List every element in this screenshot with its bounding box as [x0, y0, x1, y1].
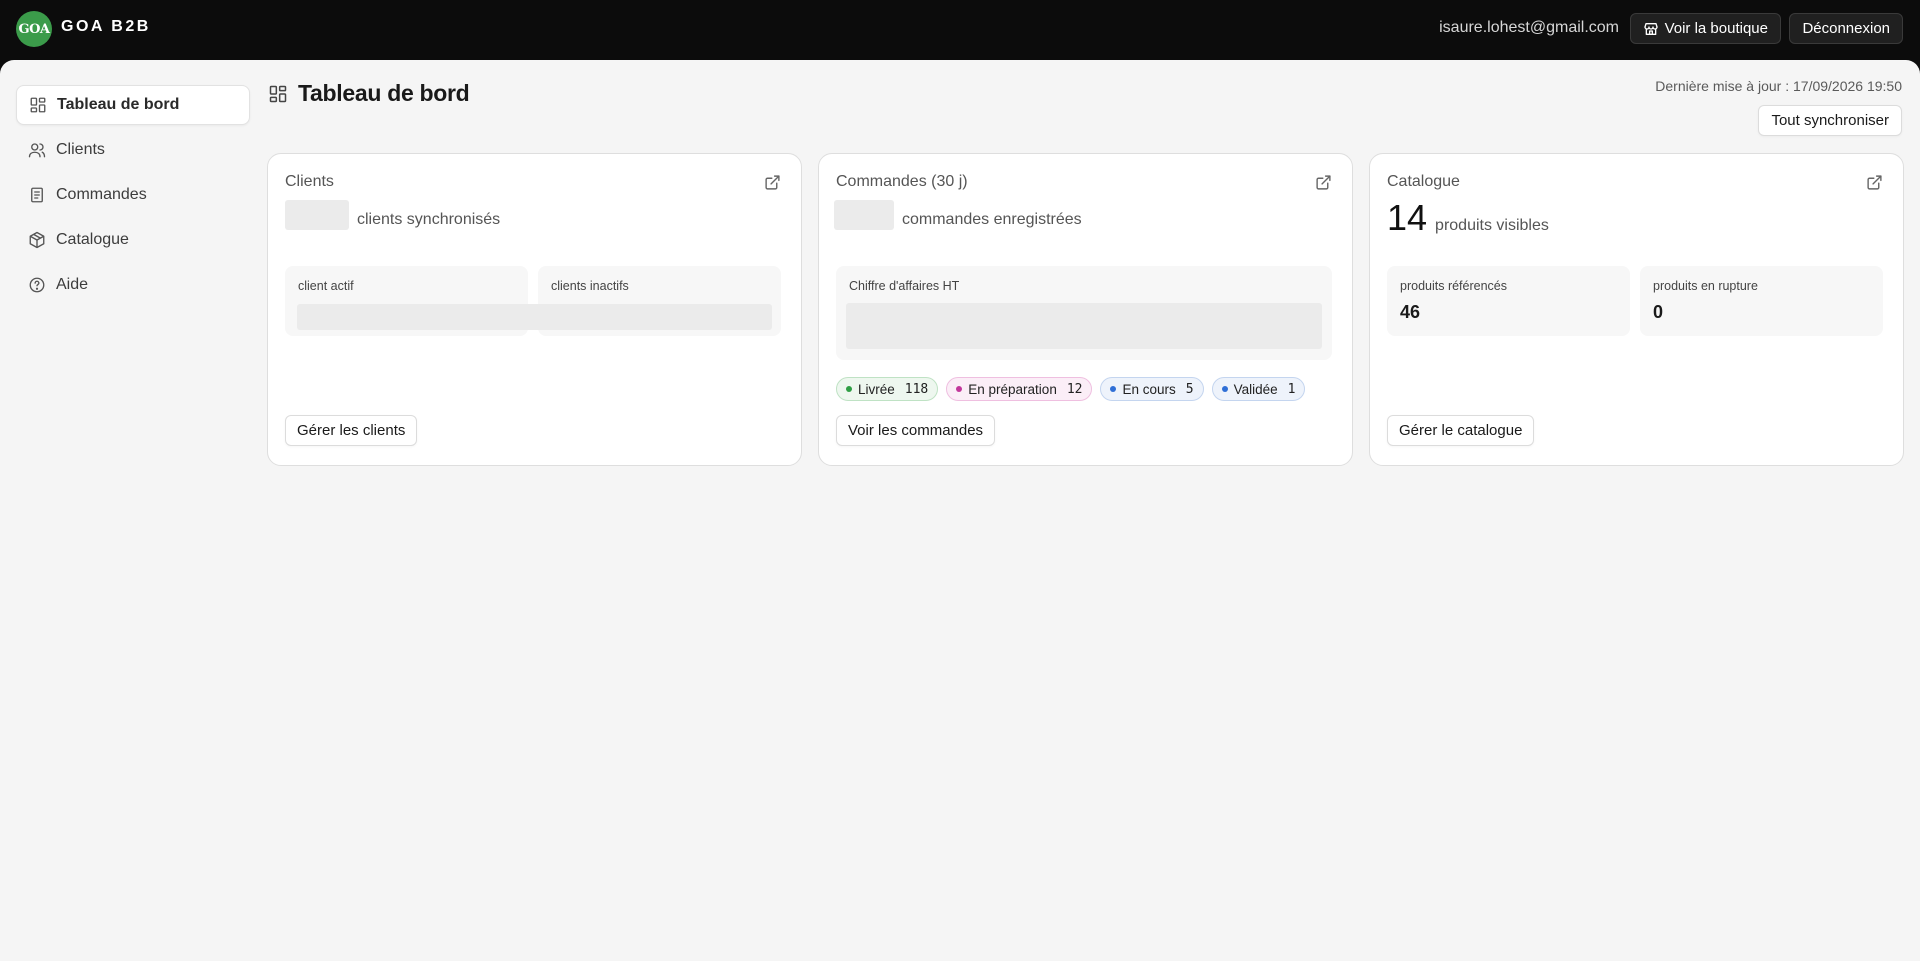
box-icon	[28, 231, 46, 249]
status-count: 5	[1185, 381, 1194, 397]
status-badge-preparing[interactable]: En préparation 12	[946, 377, 1093, 401]
orders-card: Commandes (30 j) commandes enregistrées …	[818, 153, 1353, 466]
status-dot-icon	[1110, 386, 1117, 392]
dashboard-icon	[29, 96, 47, 114]
headline-label: clients synchronisés	[357, 211, 501, 228]
manage-catalog-button[interactable]: Gérer le catalogue	[1387, 415, 1535, 446]
brand-name: GOA B2B	[61, 18, 151, 35]
referenced-products-stat: produits référencés 46	[1387, 266, 1630, 336]
sidebar-item-label: Tableau de bord	[57, 96, 180, 113]
sidebar-item-orders[interactable]: Commandes	[16, 175, 250, 215]
stat-label: client actif	[298, 279, 354, 293]
status-label: En préparation	[968, 381, 1057, 397]
main-panel: Tableau de bord Clients Commandes Catalo…	[0, 60, 1920, 961]
page-header: Tableau de bord	[268, 80, 470, 107]
order-status-list: Livrée 118 En préparation 12 En cours 5 …	[836, 377, 1306, 401]
card-title: Commandes (30 j)	[836, 173, 968, 190]
status-badge-delivered[interactable]: Livrée 118	[836, 377, 939, 401]
view-shop-button[interactable]: Voir la boutique	[1629, 13, 1781, 44]
users-icon	[28, 141, 46, 159]
sidebar-item-label: Aide	[56, 276, 89, 293]
headline-value: 14	[1387, 197, 1428, 238]
last-update-timestamp: Dernière mise à jour : 17/09/2026 19:50	[1655, 78, 1902, 94]
top-bar: GOA GOA B2B isaure.lohest@gmail.com Voir…	[0, 0, 1920, 60]
orders-headline: commandes enregistrées	[834, 200, 1082, 230]
headline-label: commandes enregistrées	[902, 211, 1082, 228]
clients-headline: clients synchronisés	[285, 200, 500, 230]
status-count: 12	[1066, 381, 1083, 397]
store-icon	[1643, 21, 1659, 37]
stat-label: clients inactifs	[551, 279, 629, 293]
document-icon	[28, 186, 46, 204]
status-badge-in-progress[interactable]: En cours 5	[1100, 377, 1204, 401]
stat-label: Chiffre d'affaires HT	[849, 279, 960, 293]
loading-placeholder	[846, 303, 1322, 349]
headline-label: produits visibles	[1435, 217, 1549, 234]
status-count: 118	[904, 381, 929, 397]
status-dot-icon	[846, 386, 852, 392]
catalog-card: Catalogue 14 produits visibles produits …	[1369, 153, 1904, 466]
sidebar-item-label: Clients	[56, 141, 105, 158]
brand-logo[interactable]: GOA	[16, 11, 52, 47]
stat-label: produits référencés	[1400, 279, 1508, 293]
external-link-icon[interactable]	[764, 174, 781, 191]
sidebar-item-catalog[interactable]: Catalogue	[16, 220, 250, 260]
loading-placeholder	[297, 304, 772, 330]
external-link-icon[interactable]	[1866, 174, 1883, 191]
status-badge-validated[interactable]: Validée 1	[1211, 377, 1306, 401]
sidebar-item-label: Commandes	[56, 186, 147, 203]
stat-value: 0	[1653, 302, 1664, 322]
revenue-stat: Chiffre d'affaires HT	[836, 266, 1332, 360]
status-label: Livrée	[858, 381, 895, 397]
page-title: Tableau de bord	[298, 80, 470, 106]
stat-value: 46	[1400, 302, 1421, 322]
card-title: Clients	[285, 173, 334, 190]
sidebar-item-label: Catalogue	[56, 231, 129, 248]
status-dot-icon	[956, 386, 963, 392]
loading-placeholder	[285, 200, 349, 230]
sidebar-item-help[interactable]: Aide	[16, 265, 250, 305]
sidebar-item-clients[interactable]: Clients	[16, 130, 250, 170]
logout-button[interactable]: Déconnexion	[1789, 13, 1903, 44]
status-label: Validée	[1233, 381, 1278, 397]
status-dot-icon	[1221, 386, 1228, 392]
card-title: Catalogue	[1387, 173, 1460, 190]
clients-card: Clients clients synchronisés client acti…	[267, 153, 802, 466]
view-orders-button[interactable]: Voir les commandes	[836, 415, 996, 446]
user-email: isaure.lohest@gmail.com	[1439, 19, 1619, 36]
sidebar-item-dashboard[interactable]: Tableau de bord	[16, 85, 250, 125]
external-link-icon[interactable]	[1315, 174, 1332, 191]
help-icon	[28, 276, 46, 294]
dashboard-icon	[268, 84, 288, 104]
stat-label: produits en rupture	[1653, 279, 1758, 293]
view-shop-label: Voir la boutique	[1664, 20, 1768, 37]
status-label: En cours	[1122, 381, 1176, 397]
manage-clients-button[interactable]: Gérer les clients	[285, 415, 418, 446]
catalog-headline: 14 produits visibles	[1387, 200, 1549, 236]
out-of-stock-stat: produits en rupture 0	[1640, 266, 1883, 336]
sync-all-button[interactable]: Tout synchroniser	[1758, 105, 1902, 136]
loading-placeholder	[834, 200, 894, 230]
status-count: 1	[1287, 381, 1296, 397]
